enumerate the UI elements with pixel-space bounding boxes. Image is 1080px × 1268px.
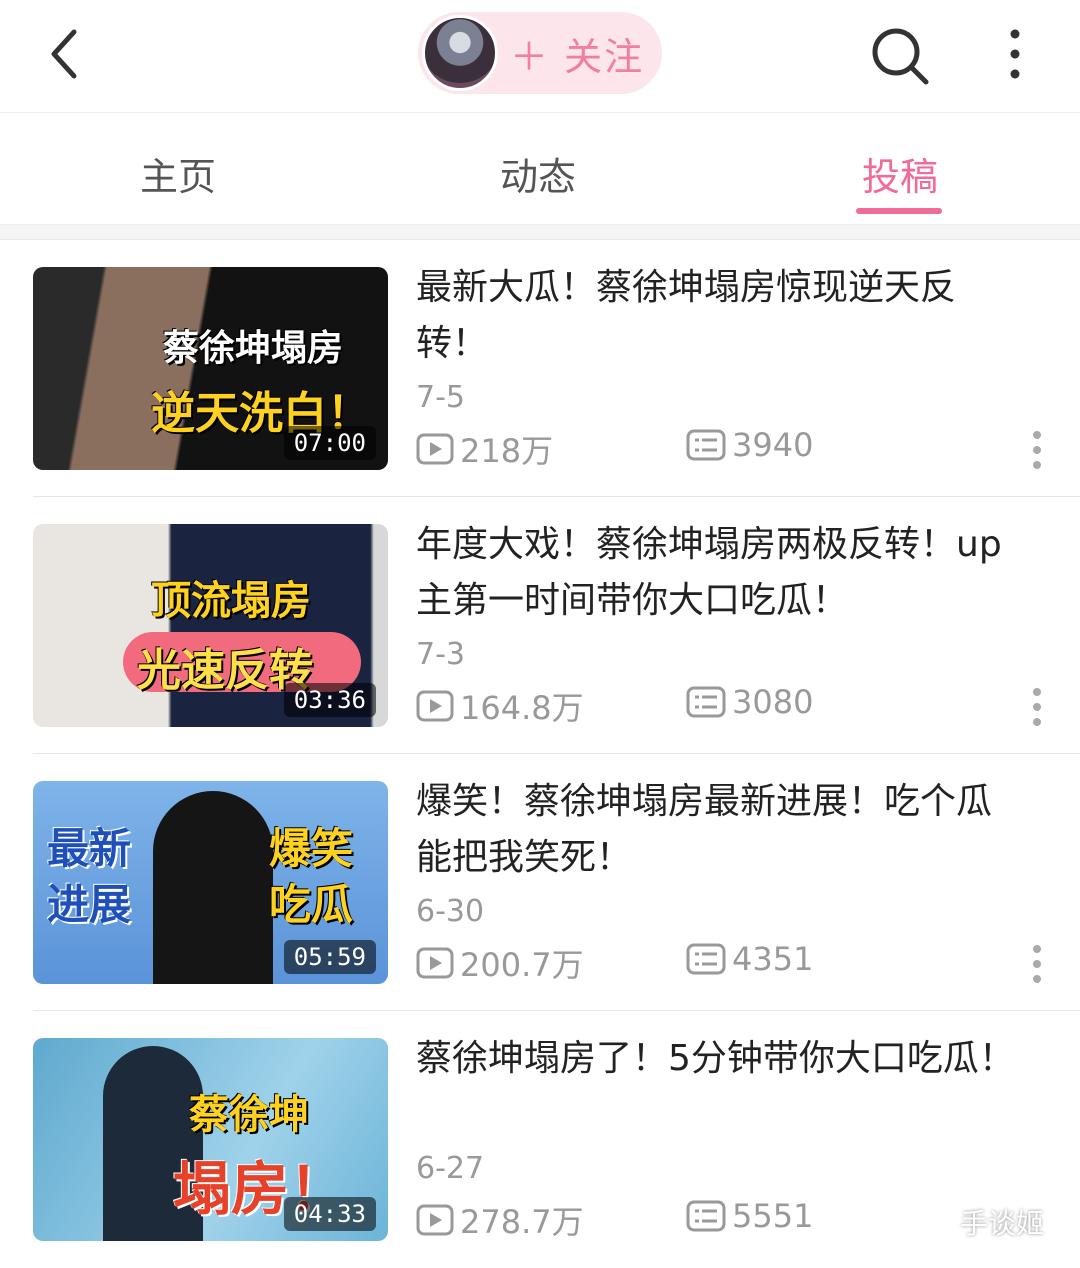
thumbnail-caption: 爆笑 吃瓜 <box>269 824 354 929</box>
video-duration: 03:36 <box>283 683 376 717</box>
profile-tabs: 主页 动态 投稿 <box>0 114 1080 225</box>
wechat-icon <box>920 1207 960 1236</box>
video-title[interactable]: 年度大戏！蔡徐坤塌房两极反转！up主第一时间带你大口吃瓜！ <box>416 517 1016 629</box>
danmaku-icon <box>686 686 726 718</box>
view-count-value: 200.7万 <box>460 946 584 984</box>
view-count-value: 278.7万 <box>460 1203 584 1241</box>
view-count: 218万 <box>416 426 553 472</box>
video-date: 6-27 <box>416 1151 485 1186</box>
play-count-icon <box>416 1204 454 1236</box>
play-count-icon <box>416 690 454 722</box>
video-duration: 05:59 <box>283 940 376 974</box>
danmaku-icon <box>686 943 726 975</box>
comment-count: 4351 <box>686 940 813 978</box>
video-duration: 04:33 <box>283 1197 376 1231</box>
video-duration: 07:00 <box>283 426 376 460</box>
comment-count: 3940 <box>686 426 813 464</box>
more-options-icon[interactable] <box>1000 28 1030 80</box>
comment-count-value: 3940 <box>732 426 814 464</box>
tab-uploads[interactable]: 投稿 <box>800 146 1000 201</box>
view-count: 200.7万 <box>416 940 584 986</box>
view-count-value: 164.8万 <box>460 689 584 727</box>
thumbnail-figure <box>153 791 273 984</box>
search-icon[interactable] <box>868 24 932 88</box>
tab-dynamics[interactable]: 动态 <box>438 146 638 201</box>
back-icon[interactable] <box>40 26 90 82</box>
video-title[interactable]: 最新大瓜！蔡徐坤塌房惊现逆天反转！ <box>416 260 1016 372</box>
follow-label: ＋ 关注 <box>510 35 645 79</box>
video-date: 7-3 <box>416 637 465 672</box>
comment-count: 3080 <box>686 683 813 721</box>
comment-count-value: 5551 <box>732 1197 814 1235</box>
comment-count-value: 4351 <box>732 940 814 978</box>
more-options-icon[interactable] <box>1032 944 1042 984</box>
video-item[interactable]: 蔡徐坤 塌房！ 04:33 蔡徐坤塌房了！5分钟带你大口吃瓜！ 6-27 278… <box>0 1011 1080 1268</box>
video-date: 6-30 <box>416 894 485 929</box>
thumbnail-caption: 蔡徐坤 <box>189 1092 309 1138</box>
danmaku-icon <box>686 1200 726 1232</box>
comment-count-value: 3080 <box>732 683 814 721</box>
play-count-icon <box>416 433 454 465</box>
avatar[interactable] <box>422 15 498 91</box>
thumbnail-caption: 顶流塌房 <box>151 578 311 624</box>
active-tab-indicator <box>856 208 942 214</box>
play-count-icon <box>416 947 454 979</box>
tab-home[interactable]: 主页 <box>78 146 278 201</box>
thumbnail-caption: 蔡徐坤塌房 <box>163 328 344 369</box>
video-item[interactable]: 蔡徐坤塌房 逆天洗白！ 07:00 最新大瓜！蔡徐坤塌房惊现逆天反转！ 7-5 … <box>0 240 1080 497</box>
danmaku-icon <box>686 429 726 461</box>
view-count: 278.7万 <box>416 1197 584 1243</box>
comment-count: 5551 <box>686 1197 813 1235</box>
video-item[interactable]: 最新 进展 爆笑 吃瓜 05:59 爆笑！蔡徐坤塌房最新进展！吃个瓜能把我笑死！… <box>0 754 1080 1011</box>
watermark: 手谈姬 <box>920 1202 1044 1242</box>
video-thumbnail[interactable]: 蔡徐坤 塌房！ 04:33 <box>33 1038 388 1241</box>
video-thumbnail[interactable]: 蔡徐坤塌房 逆天洗白！ 07:00 <box>33 267 388 470</box>
section-divider <box>0 225 1080 240</box>
more-options-icon[interactable] <box>1032 687 1042 727</box>
video-title[interactable]: 爆笑！蔡徐坤塌房最新进展！吃个瓜能把我笑死！ <box>416 774 1016 886</box>
more-options-icon[interactable] <box>1032 430 1042 470</box>
video-thumbnail[interactable]: 顶流塌房 光速反转 03:36 <box>33 524 388 727</box>
video-item[interactable]: 顶流塌房 光速反转 03:36 年度大戏！蔡徐坤塌房两极反转！up主第一时间带你… <box>0 497 1080 754</box>
view-count: 164.8万 <box>416 683 584 729</box>
top-bar: ＋ 关注 <box>0 0 1080 113</box>
video-date: 7-5 <box>416 380 465 415</box>
thumbnail-caption: 最新 进展 <box>47 824 132 929</box>
video-title[interactable]: 蔡徐坤塌房了！5分钟带你大口吃瓜！ <box>416 1031 1016 1087</box>
view-count-value: 218万 <box>460 432 554 470</box>
video-thumbnail[interactable]: 最新 进展 爆笑 吃瓜 05:59 <box>33 781 388 984</box>
watermark-text: 手谈姬 <box>959 1207 1044 1240</box>
